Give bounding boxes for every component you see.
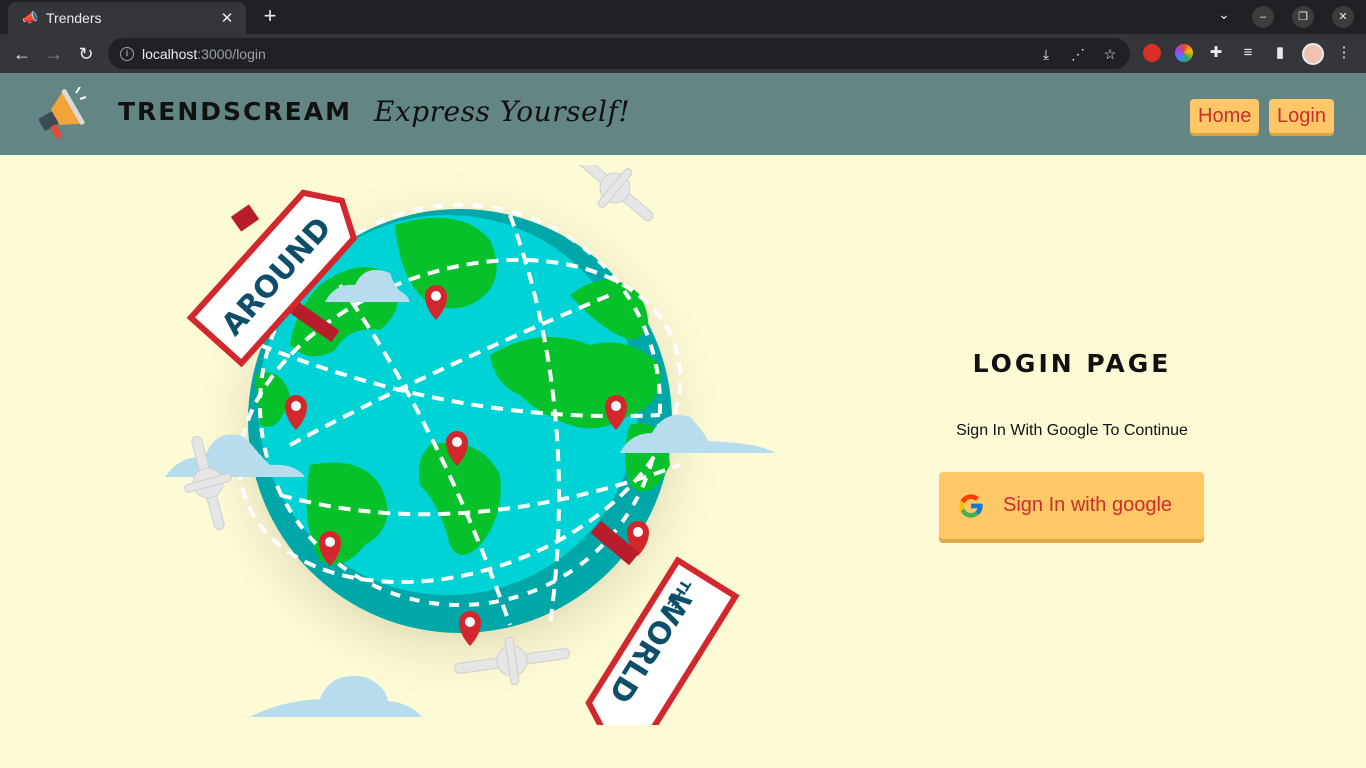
google-sign-in-button[interactable]: Sign In with google	[939, 472, 1204, 539]
reload-icon[interactable]: ↻	[74, 42, 98, 66]
minimize-icon[interactable]: –	[1252, 6, 1274, 28]
bookmark-star-icon[interactable]: ☆	[1100, 44, 1120, 64]
extension-color-icon[interactable]	[1175, 44, 1193, 62]
login-subtitle: Sign In With Google To Continue	[956, 422, 1188, 439]
page: TRENDSCREAM Express Yourself! Home Login	[0, 73, 1366, 768]
url-path: :3000/login	[197, 45, 266, 62]
google-icon	[959, 493, 983, 518]
brand-tagline: Express Yourself!	[374, 95, 631, 128]
around-the-world-illustration: AROUND THE WORLD	[165, 165, 775, 725]
back-icon[interactable]: ←	[10, 42, 34, 66]
forward-icon[interactable]: →	[42, 42, 66, 66]
restore-icon[interactable]: ❐	[1292, 6, 1314, 28]
close-window-icon[interactable]: ✕	[1332, 6, 1354, 28]
extensions-puzzle-icon[interactable]: ✚	[1206, 43, 1226, 63]
nav-home-link[interactable]: Home	[1190, 99, 1260, 133]
tab-strip: 📣 Trenders ✕ + ⌄ – ❐ ✕	[0, 0, 1366, 34]
menu-kebab-icon[interactable]: ⋮	[1334, 43, 1354, 63]
new-tab-button[interactable]: +	[258, 4, 282, 28]
browser-tab[interactable]: 📣 Trenders ✕	[8, 2, 246, 34]
tab-search-icon[interactable]: ⌄	[1214, 6, 1234, 23]
share-icon[interactable]: ⋰	[1068, 44, 1088, 64]
side-panel-icon[interactable]: ▮	[1270, 43, 1290, 63]
nav-login-link[interactable]: Login	[1269, 99, 1334, 133]
url-host: localhost	[142, 45, 198, 62]
install-icon[interactable]: ⤓	[1036, 44, 1056, 64]
close-icon[interactable]: ✕	[218, 9, 236, 27]
login-title: LOGIN PAGE	[972, 349, 1172, 378]
reading-list-icon[interactable]: ≡	[1238, 43, 1258, 63]
google-sign-in-label: Sign In with google	[1003, 494, 1173, 516]
browser-toolbar: ← → ↻ i localhost:3000/login ⤓ ⋰ ☆ ✚ ≡ ▮…	[0, 34, 1366, 73]
info-icon[interactable]: i	[120, 46, 134, 61]
brand-name[interactable]: TRENDSCREAM	[118, 97, 352, 126]
site-navbar: TRENDSCREAM Express Yourself! Home Login	[0, 73, 1366, 155]
address-bar[interactable]: i localhost:3000/login ⤓ ⋰ ☆	[108, 38, 1130, 69]
megaphone-logo-icon[interactable]	[28, 87, 86, 141]
tab-title: Trenders	[46, 10, 102, 26]
profile-avatar[interactable]	[1302, 43, 1324, 65]
extension-stop-icon[interactable]	[1143, 44, 1161, 62]
megaphone-icon: 📣	[22, 10, 39, 25]
